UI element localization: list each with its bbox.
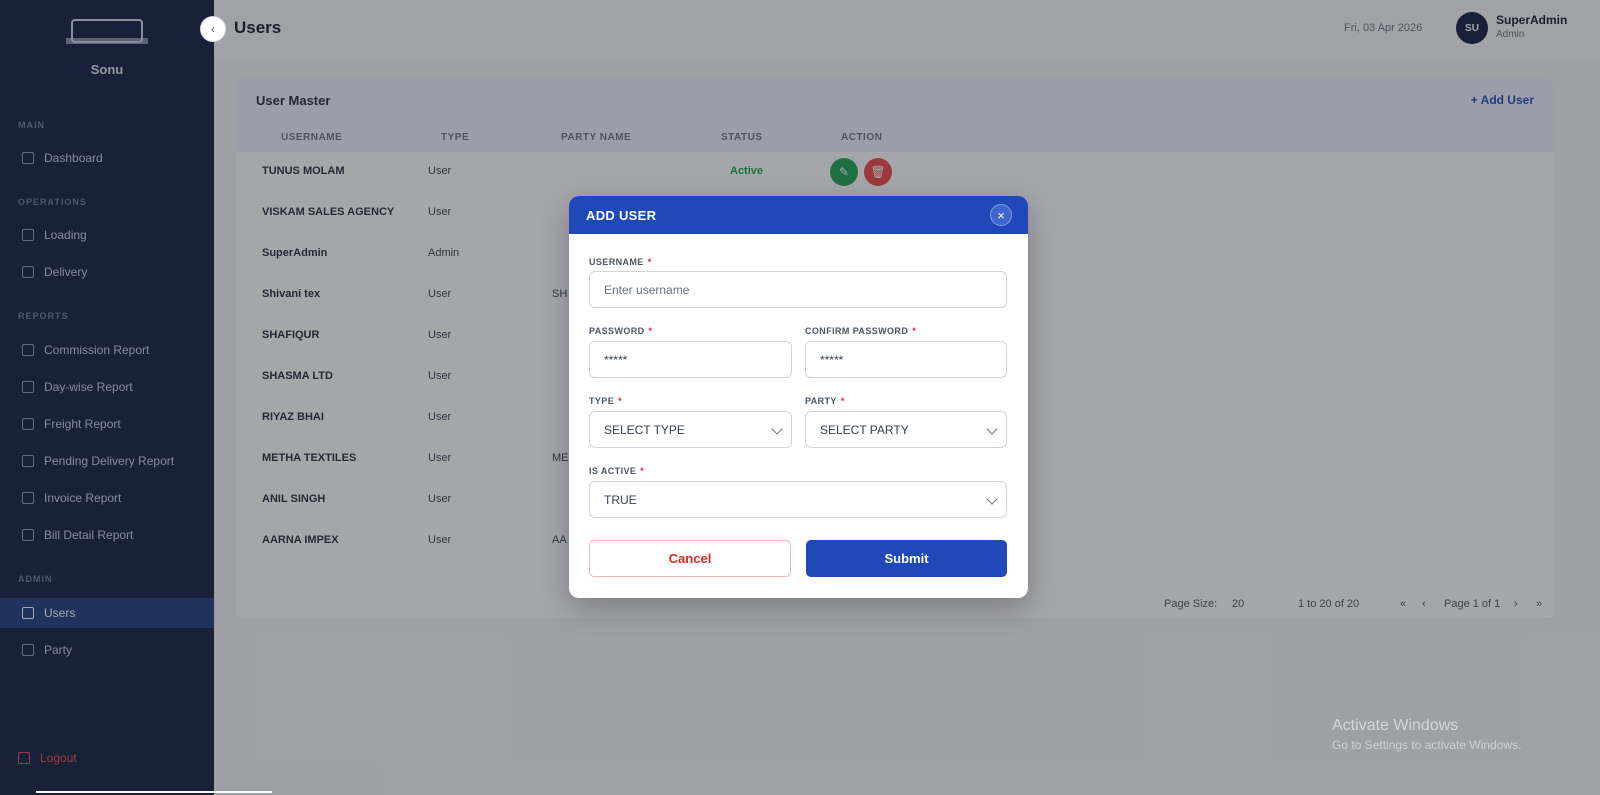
type-select[interactable]: SELECT TYPE — [589, 411, 792, 448]
activation-watermark-text: Go to Settings to activate Windows. — [1332, 738, 1522, 752]
type-select-value: SELECT TYPE — [604, 422, 685, 437]
sidebar-collapse-button[interactable]: ‹ — [200, 16, 226, 42]
is-active-label-text: IS ACTIVE — [589, 466, 637, 476]
required-mark: * — [648, 326, 653, 336]
party-select-value: SELECT PARTY — [820, 422, 909, 437]
party-select[interactable]: SELECT PARTY — [805, 411, 1007, 448]
chevron-down-icon — [986, 493, 998, 505]
taskbar-indicator — [36, 791, 272, 793]
username-label-text: USERNAME — [589, 257, 644, 267]
confirm-password-input[interactable]: ***** — [805, 341, 1007, 378]
is-active-label: IS ACTIVE * — [589, 466, 644, 476]
type-label: TYPE * — [589, 396, 622, 406]
username-label: USERNAME * — [589, 257, 652, 267]
close-icon: × — [997, 207, 1005, 223]
required-mark: * — [618, 396, 623, 406]
add-user-modal: ADD USER × USERNAME * Enter username PASS… — [569, 196, 1028, 598]
activation-watermark-title: Activate Windows — [1332, 717, 1459, 734]
is-active-select-value: TRUE — [604, 492, 637, 507]
cancel-button[interactable]: Cancel — [589, 540, 791, 577]
submit-button[interactable]: Submit — [806, 540, 1007, 577]
required-mark: * — [840, 396, 845, 406]
type-label-text: TYPE — [589, 396, 615, 406]
modal-title: ADD USER — [586, 208, 657, 223]
chevron-down-icon — [986, 423, 998, 435]
confirm-password-label-text: CONFIRM PASSWORD — [805, 326, 909, 336]
chevron-down-icon — [771, 423, 783, 435]
username-input[interactable]: Enter username — [589, 271, 1007, 308]
confirm-password-label: CONFIRM PASSWORD * — [805, 326, 916, 336]
required-mark: * — [912, 326, 917, 336]
chevron-left-icon: ‹ — [211, 22, 215, 36]
party-label: PARTY * — [805, 396, 845, 406]
required-mark: * — [647, 257, 652, 267]
password-input[interactable]: ***** — [589, 341, 792, 378]
required-mark: * — [640, 466, 645, 476]
party-label-text: PARTY — [805, 396, 837, 406]
close-button[interactable]: × — [990, 204, 1012, 226]
modal-header: ADD USER × — [569, 196, 1028, 234]
is-active-select[interactable]: TRUE — [589, 481, 1007, 518]
password-label: PASSWORD * — [589, 326, 652, 336]
password-label-text: PASSWORD — [589, 326, 645, 336]
